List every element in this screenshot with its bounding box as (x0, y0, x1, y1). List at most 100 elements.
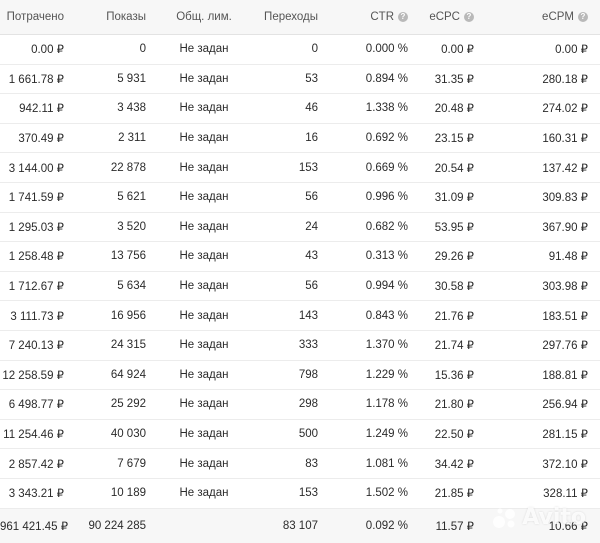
cell-clicks: 500 (246, 419, 320, 450)
total-spent: 961 421.45 ₽ (0, 507, 70, 543)
table-row[interactable]: 3 144.00 ₽22 878 Не задан 153 0.669 % 20.54 … (0, 152, 600, 183)
cell-ecpm: 367.90 ₽ (474, 212, 600, 243)
table-row[interactable]: 942.11 ₽3 438 Не задан 46 1.338 % 20.48 ₽274… (0, 93, 600, 124)
table-row[interactable]: 0.00 ₽0 Не задан 0 0.000 % 0.00 ₽0.00 ₽ (0, 34, 600, 65)
cell-spent: 1 258.48 ₽ (0, 241, 70, 272)
cell-ctr: 0.996 % (320, 182, 410, 213)
cell-ecpc: 30.58 ₽ (410, 271, 474, 302)
column-header-ctr[interactable]: CTR? (320, 0, 410, 35)
cell-ctr: 1.178 % (320, 389, 410, 420)
cell-ecpc: 31.09 ₽ (410, 182, 474, 213)
total-limit (146, 507, 246, 543)
table-row[interactable]: 6 498.77 ₽25 292 Не задан 298 1.178 % 21.80 … (0, 389, 600, 420)
cell-impressions: 16 956 (70, 300, 146, 331)
cell-ecpc: 21.85 ₽ (410, 478, 474, 509)
cell-impressions: 5 634 (70, 271, 146, 302)
cell-clicks: 56 (246, 271, 320, 302)
table-row[interactable]: 1 295.03 ₽3 520 Не задан 24 0.682 % 53.95 ₽3… (0, 212, 600, 243)
cell-spent: 942.11 ₽ (0, 93, 70, 124)
cell-limit: Не задан (146, 64, 246, 95)
cell-clicks: 798 (246, 360, 320, 391)
cell-spent: 1 661.78 ₽ (0, 64, 70, 95)
column-header-clicks[interactable]: Переходы (246, 0, 320, 35)
cell-impressions: 13 756 (70, 241, 146, 272)
table-row[interactable]: 1 741.59 ₽5 621 Не задан 56 0.996 % 31.09 ₽3… (0, 182, 600, 213)
table-row[interactable]: 1 661.78 ₽5 931 Не задан 53 0.894 % 31.35 ₽2… (0, 64, 600, 95)
cell-ecpc: 53.95 ₽ (410, 212, 474, 243)
column-header-label: Переходы (264, 11, 318, 23)
table-row[interactable]: 1 712.67 ₽5 634 Не задан 56 0.994 % 30.58 ₽3… (0, 271, 600, 302)
question-circle-icon[interactable]: ? (578, 12, 588, 22)
cell-ctr: 1.370 % (320, 330, 410, 361)
cell-ecpm: 303.98 ₽ (474, 271, 600, 302)
cell-ecpc: 20.48 ₽ (410, 93, 474, 124)
cell-ctr: 0.000 % (320, 34, 410, 65)
cell-spent: 12 258.59 ₽ (0, 360, 70, 391)
cell-clicks: 298 (246, 389, 320, 420)
total-ctr: 0.092 % (320, 507, 410, 543)
column-header-impressions[interactable]: Показы (70, 0, 146, 35)
cell-spent: 370.49 ₽ (0, 123, 70, 154)
column-header-limit[interactable]: Общ. лим. (146, 0, 246, 35)
cell-clicks: 83 (246, 448, 320, 479)
cell-limit: Не задан (146, 419, 246, 450)
question-circle-icon[interactable]: ? (464, 12, 474, 22)
cell-clicks: 43 (246, 241, 320, 272)
cell-limit: Не задан (146, 300, 246, 331)
table-row[interactable]: 3 343.21 ₽10 189 Не задан 153 1.502 % 21.85 … (0, 478, 600, 509)
cell-limit: Не задан (146, 448, 246, 479)
cell-ecpm: 188.81 ₽ (474, 360, 600, 391)
cell-ecpm: 281.15 ₽ (474, 419, 600, 450)
question-circle-icon[interactable]: ? (398, 12, 408, 22)
column-header-label: eCPM (542, 11, 574, 23)
cell-ecpc: 21.74 ₽ (410, 330, 474, 361)
cell-ecpm: 297.76 ₽ (474, 330, 600, 361)
table-row[interactable]: 2 857.42 ₽7 679 Не задан 83 1.081 % 34.42 ₽3… (0, 448, 600, 479)
cell-spent: 2 857.42 ₽ (0, 448, 70, 479)
cell-impressions: 64 924 (70, 360, 146, 391)
cell-ecpc: 29.26 ₽ (410, 241, 474, 272)
cell-limit: Не задан (146, 271, 246, 302)
cell-limit: Не задан (146, 93, 246, 124)
table-row[interactable]: 7 240.13 ₽24 315 Не задан 333 1.370 % 21.74 … (0, 330, 600, 361)
column-header-label: Общ. лим. (176, 11, 232, 23)
table-row[interactable]: 11 254.46 ₽40 030 Не задан 500 1.249 % 22.50… (0, 419, 600, 450)
stats-table: Потрачено Показы Общ. лим. Переходы CTR?… (0, 0, 600, 543)
cell-limit: Не задан (146, 389, 246, 420)
totals-row: 961 421.45 ₽ 90 224 285 83 107 0.092 % 1… (0, 507, 600, 543)
table-row[interactable]: 370.49 ₽2 311 Не задан 16 0.692 % 23.15 ₽160… (0, 123, 600, 154)
cell-ecpc: 15.36 ₽ (410, 360, 474, 391)
cell-limit: Не задан (146, 241, 246, 272)
cell-spent: 0.00 ₽ (0, 34, 70, 65)
cell-ecpc: 22.50 ₽ (410, 419, 474, 450)
cell-clicks: 153 (246, 478, 320, 509)
total-clicks: 83 107 (246, 507, 320, 543)
cell-ecpm: 91.48 ₽ (474, 241, 600, 272)
cell-clicks: 153 (246, 152, 320, 183)
cell-impressions: 24 315 (70, 330, 146, 361)
cell-impressions: 5 931 (70, 64, 146, 95)
cell-impressions: 2 311 (70, 123, 146, 154)
cell-clicks: 16 (246, 123, 320, 154)
cell-clicks: 0 (246, 34, 320, 65)
cell-ctr: 0.994 % (320, 271, 410, 302)
column-header-ecpc[interactable]: eCPC? (410, 0, 474, 35)
cell-ctr: 1.081 % (320, 448, 410, 479)
cell-ctr: 0.313 % (320, 241, 410, 272)
column-header-spent[interactable]: Потрачено (0, 0, 70, 35)
column-header-ecpm[interactable]: eCPM? (474, 0, 600, 35)
table-footer: 961 421.45 ₽ 90 224 285 83 107 0.092 % 1… (0, 507, 600, 543)
cell-ctr: 0.669 % (320, 152, 410, 183)
table-row[interactable]: 1 258.48 ₽13 756 Не задан 43 0.313 % 29.26 ₽… (0, 241, 600, 272)
cell-limit: Не задан (146, 478, 246, 509)
cell-ctr: 1.229 % (320, 360, 410, 391)
cell-clicks: 333 (246, 330, 320, 361)
table-row[interactable]: 12 258.59 ₽64 924 Не задан 798 1.229 % 15.36… (0, 360, 600, 391)
cell-clicks: 24 (246, 212, 320, 243)
cell-clicks: 143 (246, 300, 320, 331)
cell-spent: 3 111.73 ₽ (0, 300, 70, 331)
cell-impressions: 25 292 (70, 389, 146, 420)
table-row[interactable]: 3 111.73 ₽16 956 Не задан 143 0.843 % 21.76 … (0, 300, 600, 331)
cell-ecpc: 21.80 ₽ (410, 389, 474, 420)
total-impressions: 90 224 285 (70, 507, 146, 543)
